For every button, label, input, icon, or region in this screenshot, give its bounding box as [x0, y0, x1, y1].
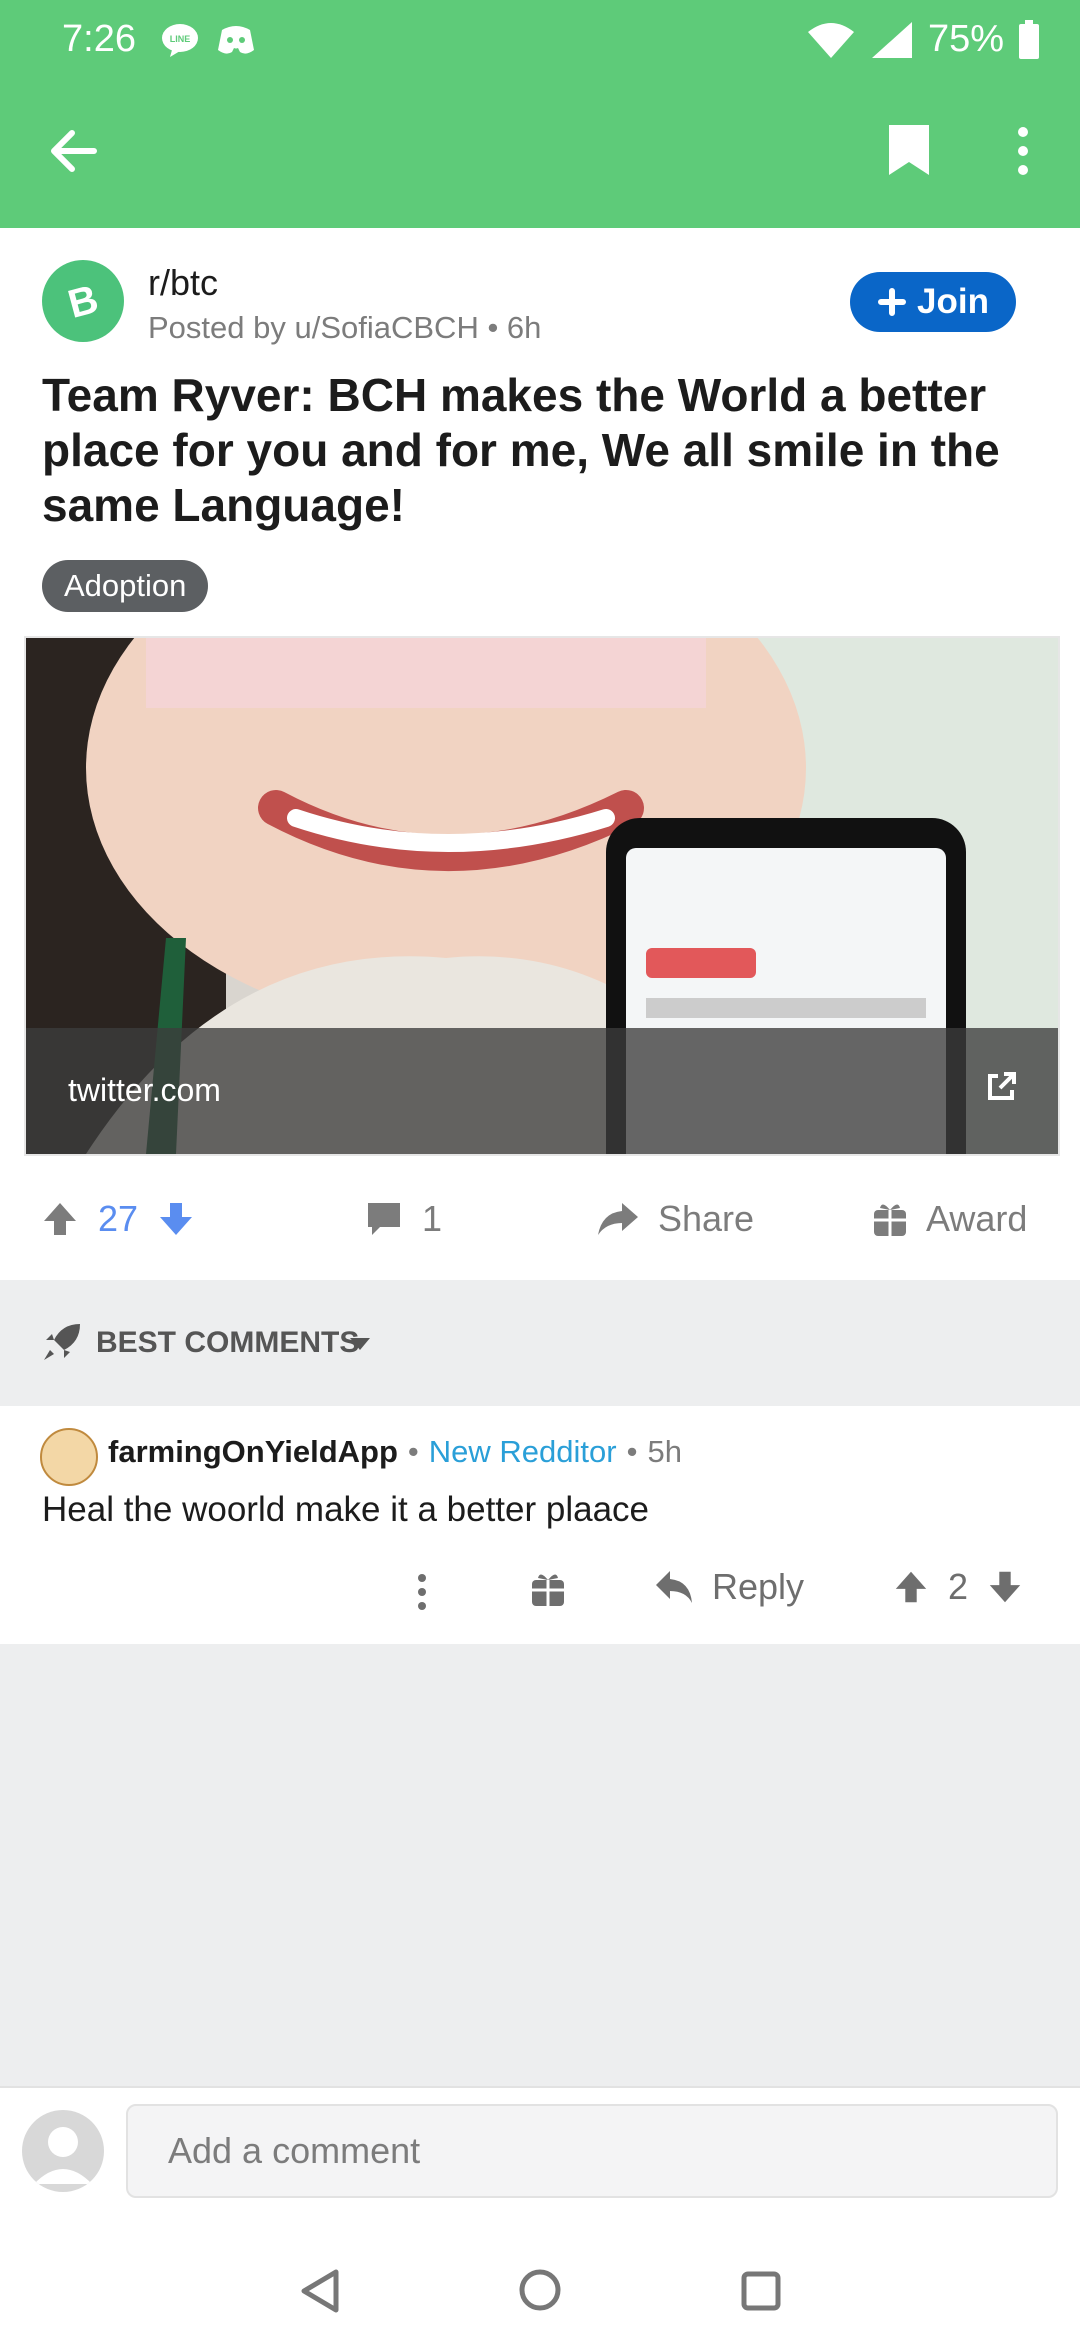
- system-nav-bar: [0, 2248, 1080, 2342]
- nav-back-icon[interactable]: [298, 2268, 340, 2314]
- post-card: B r/btc Posted by u/SofiaCBCH • 6h Join …: [0, 228, 1080, 1280]
- gift-icon: [872, 1200, 908, 1238]
- comment-bubble-icon: [364, 1199, 404, 1239]
- wifi-icon: [806, 20, 856, 60]
- award-button[interactable]: Award: [872, 1198, 1027, 1240]
- share-label: Share: [658, 1198, 755, 1239]
- comments-button[interactable]: 1: [364, 1198, 442, 1240]
- bitcoin-cash-icon: B: [53, 271, 113, 331]
- upvote-icon[interactable]: [40, 1199, 80, 1239]
- sort-label: BEST COMMENTS: [96, 1326, 360, 1359]
- app-bar: [0, 80, 1080, 228]
- signal-icon: [870, 20, 914, 60]
- plus-icon: [878, 288, 907, 316]
- downvote-icon[interactable]: [156, 1199, 196, 1239]
- share-icon: [596, 1199, 640, 1239]
- comment-user-flair: New Redditor: [428, 1434, 617, 1469]
- comment-upvote-icon[interactable]: [892, 1568, 930, 1606]
- user-avatar[interactable]: [22, 2110, 104, 2192]
- nav-recents-icon[interactable]: [740, 2270, 782, 2312]
- comment-body: Heal the woorld make it a better plaace: [42, 1490, 649, 1529]
- comment-avatar[interactable]: [40, 1428, 98, 1486]
- comment-sort-bar[interactable]: BEST COMMENTS: [0, 1280, 1080, 1406]
- comment-downvote-icon[interactable]: [986, 1568, 1024, 1606]
- discord-icon: [216, 22, 256, 58]
- comment-item: farmingOnYieldApp • New Redditor • 5h He…: [0, 1406, 1080, 1644]
- comment-actions: Reply 2: [0, 1566, 1080, 1626]
- link-domain: twitter.com: [68, 1072, 221, 1108]
- status-time: 7:26: [62, 18, 136, 60]
- link-preview[interactable]: twitter.com: [24, 636, 1060, 1156]
- post-title: Team Ryver: BCH makes the World a better…: [42, 369, 1000, 531]
- comment-gift-icon[interactable]: [530, 1570, 566, 1608]
- posted-by[interactable]: Posted by u/SofiaCBCH • 6h: [148, 310, 541, 346]
- battery-icon: [1018, 19, 1040, 60]
- reply-label: Reply: [712, 1566, 805, 1607]
- default-avatar-icon: [34, 2127, 92, 2184]
- reply-button[interactable]: Reply: [654, 1566, 804, 1608]
- status-bar: 7:26 LINE 75%: [0, 0, 1080, 80]
- bookmark-icon[interactable]: [886, 122, 932, 178]
- chevron-down-icon: [348, 1336, 372, 1352]
- back-arrow-icon[interactable]: [46, 124, 100, 178]
- comment-more-icon[interactable]: [412, 1572, 432, 1612]
- award-label: Award: [926, 1198, 1028, 1239]
- subreddit-name[interactable]: r/btc: [148, 262, 218, 304]
- bottom-bar: Add a comment: [0, 2086, 1080, 2342]
- join-button[interactable]: Join: [850, 272, 1016, 332]
- subreddit-avatar[interactable]: B: [42, 260, 124, 342]
- more-vert-icon[interactable]: [1012, 126, 1034, 176]
- join-label: Join: [917, 282, 989, 321]
- comment-username[interactable]: farmingOnYieldApp: [108, 1434, 398, 1470]
- comment-time: 5h: [647, 1434, 682, 1469]
- nav-home-icon[interactable]: [518, 2268, 562, 2312]
- line-icon: LINE: [160, 22, 200, 58]
- share-button[interactable]: Share: [596, 1198, 754, 1240]
- comment-vote-count: 2: [948, 1566, 969, 1607]
- battery-text: 75%: [927, 18, 1004, 60]
- post-vote-count: 27: [98, 1198, 139, 1239]
- add-comment-placeholder: Add a comment: [168, 2130, 421, 2171]
- comment-count: 1: [422, 1198, 443, 1239]
- post-flair[interactable]: Adoption: [42, 560, 209, 612]
- svg-text:LINE: LINE: [170, 34, 191, 44]
- add-comment-input[interactable]: Add a comment: [126, 2104, 1058, 2198]
- rocket-icon: [42, 1322, 82, 1362]
- post-actions: 27 1 Share Award: [0, 1158, 1080, 1280]
- external-link-icon[interactable]: [984, 1070, 1018, 1104]
- reply-icon: [654, 1569, 694, 1605]
